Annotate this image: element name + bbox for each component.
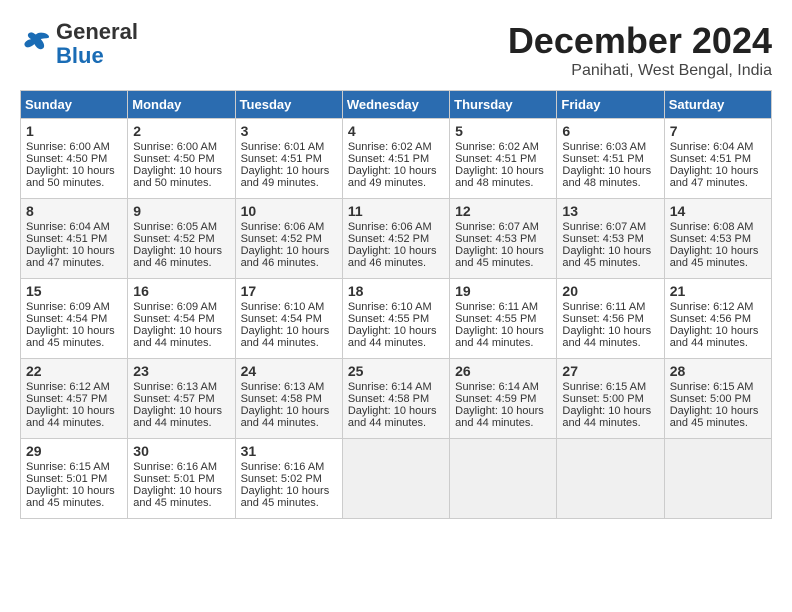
- month-title: December 2024: [508, 20, 772, 62]
- location-subtitle: Panihati, West Bengal, India: [508, 62, 772, 80]
- table-row: 14Sunrise: 6:08 AMSunset: 4:53 PMDayligh…: [664, 199, 771, 279]
- table-row: [557, 439, 664, 519]
- calendar-week-3: 22Sunrise: 6:12 AMSunset: 4:57 PMDayligh…: [21, 359, 772, 439]
- table-row: 10Sunrise: 6:06 AMSunset: 4:52 PMDayligh…: [235, 199, 342, 279]
- table-row: 22Sunrise: 6:12 AMSunset: 4:57 PMDayligh…: [21, 359, 128, 439]
- header-wednesday: Wednesday: [342, 91, 449, 119]
- table-row: 13Sunrise: 6:07 AMSunset: 4:53 PMDayligh…: [557, 199, 664, 279]
- title-block: December 2024 Panihati, West Bengal, Ind…: [508, 20, 772, 80]
- table-row: 4Sunrise: 6:02 AMSunset: 4:51 PMDaylight…: [342, 119, 449, 199]
- table-row: 9Sunrise: 6:05 AMSunset: 4:52 PMDaylight…: [128, 199, 235, 279]
- table-row: [450, 439, 557, 519]
- table-row: 11Sunrise: 6:06 AMSunset: 4:52 PMDayligh…: [342, 199, 449, 279]
- table-row: 20Sunrise: 6:11 AMSunset: 4:56 PMDayligh…: [557, 279, 664, 359]
- table-row: 30Sunrise: 6:16 AMSunset: 5:01 PMDayligh…: [128, 439, 235, 519]
- table-row: 12Sunrise: 6:07 AMSunset: 4:53 PMDayligh…: [450, 199, 557, 279]
- table-row: 29Sunrise: 6:15 AMSunset: 5:01 PMDayligh…: [21, 439, 128, 519]
- calendar-week-4: 29Sunrise: 6:15 AMSunset: 5:01 PMDayligh…: [21, 439, 772, 519]
- calendar-week-1: 8Sunrise: 6:04 AMSunset: 4:51 PMDaylight…: [21, 199, 772, 279]
- header-thursday: Thursday: [450, 91, 557, 119]
- logo-icon: [20, 28, 52, 60]
- table-row: 23Sunrise: 6:13 AMSunset: 4:57 PMDayligh…: [128, 359, 235, 439]
- table-row: 2Sunrise: 6:00 AMSunset: 4:50 PMDaylight…: [128, 119, 235, 199]
- table-row: 24Sunrise: 6:13 AMSunset: 4:58 PMDayligh…: [235, 359, 342, 439]
- table-row: 31Sunrise: 6:16 AMSunset: 5:02 PMDayligh…: [235, 439, 342, 519]
- calendar-week-2: 15Sunrise: 6:09 AMSunset: 4:54 PMDayligh…: [21, 279, 772, 359]
- table-row: 28Sunrise: 6:15 AMSunset: 5:00 PMDayligh…: [664, 359, 771, 439]
- table-row: 19Sunrise: 6:11 AMSunset: 4:55 PMDayligh…: [450, 279, 557, 359]
- table-row: 16Sunrise: 6:09 AMSunset: 4:54 PMDayligh…: [128, 279, 235, 359]
- header-saturday: Saturday: [664, 91, 771, 119]
- table-row: 3Sunrise: 6:01 AMSunset: 4:51 PMDaylight…: [235, 119, 342, 199]
- table-row: 17Sunrise: 6:10 AMSunset: 4:54 PMDayligh…: [235, 279, 342, 359]
- table-row: 21Sunrise: 6:12 AMSunset: 4:56 PMDayligh…: [664, 279, 771, 359]
- header-monday: Monday: [128, 91, 235, 119]
- logo: GeneralBlue: [20, 20, 138, 68]
- table-row: 7Sunrise: 6:04 AMSunset: 4:51 PMDaylight…: [664, 119, 771, 199]
- table-row: 8Sunrise: 6:04 AMSunset: 4:51 PMDaylight…: [21, 199, 128, 279]
- header-friday: Friday: [557, 91, 664, 119]
- header-sunday: Sunday: [21, 91, 128, 119]
- header-row: Sunday Monday Tuesday Wednesday Thursday…: [21, 91, 772, 119]
- table-row: 26Sunrise: 6:14 AMSunset: 4:59 PMDayligh…: [450, 359, 557, 439]
- table-row: 5Sunrise: 6:02 AMSunset: 4:51 PMDaylight…: [450, 119, 557, 199]
- calendar-week-0: 1Sunrise: 6:00 AMSunset: 4:50 PMDaylight…: [21, 119, 772, 199]
- logo-text: GeneralBlue: [56, 20, 138, 68]
- calendar-table: Sunday Monday Tuesday Wednesday Thursday…: [20, 90, 772, 519]
- table-row: 6Sunrise: 6:03 AMSunset: 4:51 PMDaylight…: [557, 119, 664, 199]
- table-row: 27Sunrise: 6:15 AMSunset: 5:00 PMDayligh…: [557, 359, 664, 439]
- table-row: 1Sunrise: 6:00 AMSunset: 4:50 PMDaylight…: [21, 119, 128, 199]
- table-row: [664, 439, 771, 519]
- table-row: [342, 439, 449, 519]
- table-row: 15Sunrise: 6:09 AMSunset: 4:54 PMDayligh…: [21, 279, 128, 359]
- table-row: 18Sunrise: 6:10 AMSunset: 4:55 PMDayligh…: [342, 279, 449, 359]
- table-row: 25Sunrise: 6:14 AMSunset: 4:58 PMDayligh…: [342, 359, 449, 439]
- page-header: GeneralBlue December 2024 Panihati, West…: [20, 20, 772, 80]
- header-tuesday: Tuesday: [235, 91, 342, 119]
